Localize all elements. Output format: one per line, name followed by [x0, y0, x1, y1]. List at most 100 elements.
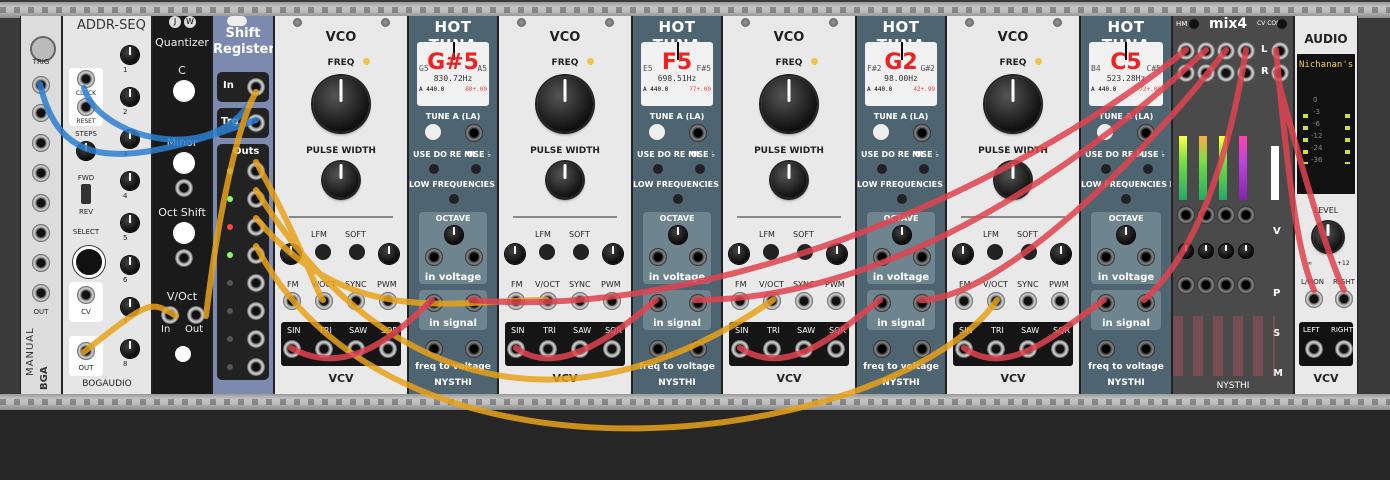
sin-jack[interactable] [283, 340, 301, 358]
pan-knob-4[interactable] [1239, 244, 1253, 258]
step-knob-4[interactable] [121, 172, 139, 190]
in-signal-jack[interactable] [649, 294, 667, 312]
step-knob-5[interactable] [121, 214, 139, 232]
direction-switch[interactable] [81, 184, 91, 204]
saw-jack[interactable] [347, 340, 365, 358]
sync-jack[interactable] [347, 292, 365, 310]
step-knob-2[interactable] [121, 88, 139, 106]
mix-in-jack-6[interactable] [1197, 64, 1215, 82]
do-re-mi-button[interactable] [429, 164, 439, 174]
do-re-mi-button[interactable] [877, 164, 887, 174]
signal-thru-jack[interactable] [689, 294, 707, 312]
voltage-out-jack[interactable] [465, 248, 483, 266]
voct-jack[interactable] [539, 292, 557, 310]
out-jack-7[interactable] [32, 254, 50, 272]
in-signal-jack[interactable] [1097, 294, 1115, 312]
soft-button[interactable] [797, 244, 813, 260]
level-knob[interactable] [1313, 222, 1343, 252]
sqr-jack[interactable] [603, 340, 621, 358]
sr-in-jack[interactable] [247, 78, 265, 96]
voltage-out-jack[interactable] [1137, 248, 1155, 266]
pan-knob-1[interactable] [1179, 244, 1193, 258]
fm-jack[interactable] [507, 292, 525, 310]
fm-jack[interactable] [731, 292, 749, 310]
mix-in-jack-7[interactable] [1217, 64, 1235, 82]
low-freq-button[interactable] [897, 194, 907, 204]
tri-jack[interactable] [539, 340, 557, 358]
in-voltage-jack[interactable] [873, 248, 891, 266]
low-freq-button[interactable] [673, 194, 683, 204]
octave-knob[interactable] [1117, 226, 1135, 244]
in-voltage-jack[interactable] [649, 248, 667, 266]
seq-out-jack[interactable] [77, 342, 95, 360]
freq-knob[interactable] [761, 76, 817, 132]
vol-cv-jack-3[interactable] [1217, 206, 1235, 224]
out-jack-8[interactable] [32, 284, 50, 302]
soft-button[interactable] [573, 244, 589, 260]
do-re-mi-button[interactable] [1101, 164, 1111, 174]
pulse-width-knob[interactable] [547, 162, 583, 198]
tune-a-knob[interactable] [425, 124, 441, 140]
sr-out-jack-2[interactable] [247, 190, 265, 208]
sync-jack[interactable] [1019, 292, 1037, 310]
flat-button[interactable] [695, 164, 705, 174]
tune-a-knob[interactable] [649, 124, 665, 140]
do-re-mi-button[interactable] [653, 164, 663, 174]
low-freq-button[interactable] [449, 194, 459, 204]
sr-out-jack-5[interactable] [247, 274, 265, 292]
scale-knob[interactable] [173, 152, 195, 174]
root-knob[interactable] [173, 80, 195, 102]
soft-button[interactable] [349, 244, 365, 260]
step-knob-1[interactable] [121, 46, 139, 64]
scale-cv-jack[interactable] [175, 179, 193, 197]
tune-a-cv-jack[interactable] [465, 124, 483, 142]
pwm-knob[interactable] [827, 244, 847, 264]
tune-a-knob[interactable] [1097, 124, 1113, 140]
lfm-button[interactable] [987, 244, 1003, 260]
tune-a-cv-jack[interactable] [689, 124, 707, 142]
out-jack-3[interactable] [32, 134, 50, 152]
sr-out-jack-7[interactable] [247, 330, 265, 348]
vol-cv-jack-4[interactable] [1237, 206, 1255, 224]
sr-out-jack-4[interactable] [247, 246, 265, 264]
tri-jack[interactable] [763, 340, 781, 358]
tri-jack[interactable] [315, 340, 333, 358]
mix-out-l-jack[interactable] [1271, 42, 1289, 60]
fm-knob[interactable] [281, 244, 301, 264]
pan-cv-jack-4[interactable] [1237, 276, 1255, 294]
pan-knob-3[interactable] [1219, 244, 1233, 258]
vol-cv-jack-1[interactable] [1177, 206, 1195, 224]
audio-in-l-jack[interactable] [1305, 290, 1323, 308]
pulse-width-knob[interactable] [995, 162, 1031, 198]
in-voltage-jack[interactable] [425, 248, 443, 266]
voct-jack[interactable] [315, 292, 333, 310]
freq-knob[interactable] [313, 76, 369, 132]
audio-out-r-jack[interactable] [1335, 340, 1353, 358]
sin-jack[interactable] [507, 340, 525, 358]
select-knob[interactable] [73, 246, 105, 278]
pwm-jack[interactable] [603, 292, 621, 310]
mix-out-r-jack[interactable] [1271, 64, 1289, 82]
cv-jack[interactable] [77, 286, 95, 304]
soft-button[interactable] [1021, 244, 1037, 260]
octave-knob[interactable] [445, 226, 463, 244]
out-jack-5[interactable] [32, 194, 50, 212]
in-signal-jack[interactable] [425, 294, 443, 312]
vol-cv-jack-2[interactable] [1197, 206, 1215, 224]
fm-knob[interactable] [505, 244, 525, 264]
freq-knob[interactable] [537, 76, 593, 132]
fm-knob[interactable] [729, 244, 749, 264]
mix-in-jack-8[interactable] [1237, 64, 1255, 82]
in-signal-jack[interactable] [873, 294, 891, 312]
lfm-button[interactable] [315, 244, 331, 260]
oct-shift-knob[interactable] [173, 222, 195, 244]
clock-jack[interactable] [77, 70, 95, 88]
out-jack-2[interactable] [32, 104, 50, 122]
sin-jack[interactable] [731, 340, 749, 358]
ftv-in-jack[interactable] [649, 340, 667, 358]
pwm-jack[interactable] [379, 292, 397, 310]
quant-in-jack[interactable] [161, 306, 179, 324]
quant-out-jack[interactable] [187, 306, 205, 324]
reset-jack[interactable] [77, 98, 95, 116]
voct-jack[interactable] [987, 292, 1005, 310]
